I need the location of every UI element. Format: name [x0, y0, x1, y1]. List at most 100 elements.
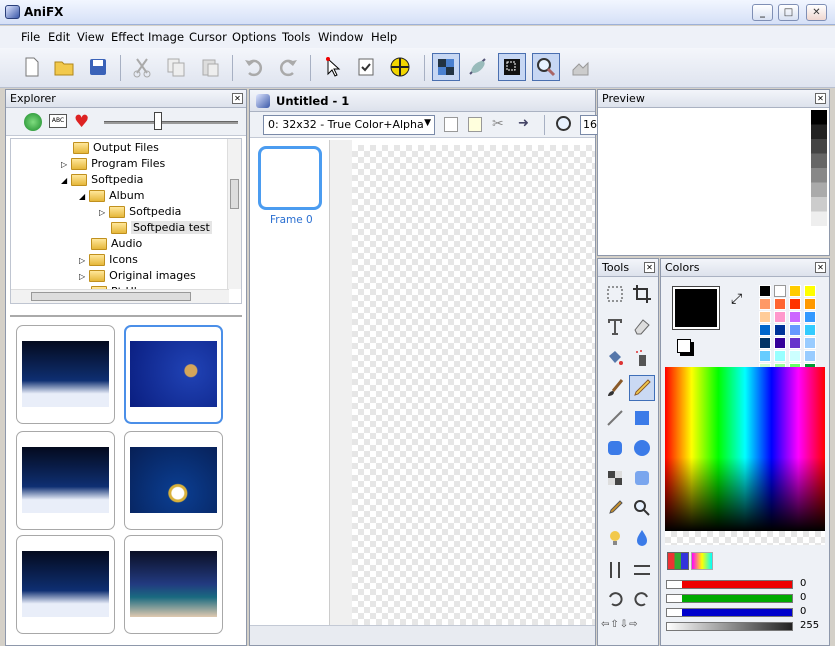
delete-frame-icon[interactable]: ✂: [492, 116, 504, 132]
save-disk-icon[interactable]: [84, 53, 112, 81]
slider-thumb[interactable]: [154, 112, 162, 130]
close-icon[interactable]: ✕: [232, 93, 243, 104]
palette-swatch[interactable]: [804, 298, 816, 310]
palette-swatch[interactable]: [759, 285, 771, 297]
palette-swatch[interactable]: [804, 337, 816, 349]
menu-window[interactable]: Window: [318, 30, 363, 44]
primary-color-swatch[interactable]: [672, 286, 720, 330]
light-bulb-icon[interactable]: [602, 525, 628, 551]
palette-swatch[interactable]: [804, 350, 816, 362]
palette-swatch[interactable]: [759, 298, 771, 310]
duplicate-frame-icon[interactable]: [468, 117, 482, 132]
cursor-arrow-icon[interactable]: [318, 53, 346, 81]
export-icon[interactable]: [566, 53, 594, 81]
hsv-mode-icon[interactable]: [691, 552, 713, 570]
thumbnail-size-slider[interactable]: [104, 121, 238, 124]
scrollbar-thumb[interactable]: [230, 179, 239, 209]
close-icon[interactable]: ✕: [815, 262, 826, 273]
gradient-icon[interactable]: [629, 465, 655, 491]
palette-swatch[interactable]: [804, 324, 816, 336]
tree-item[interactable]: ▷ Program Files: [61, 157, 165, 173]
palette-swatch[interactable]: [804, 311, 816, 323]
background-gray-scale[interactable]: [811, 110, 827, 255]
palette-swatch[interactable]: [789, 285, 801, 297]
move-arrows-icon[interactable]: ⇦⇧⇩⇨: [601, 619, 639, 630]
palette-swatch[interactable]: [789, 324, 801, 336]
tree-item[interactable]: ◢ Album: [79, 189, 144, 205]
menu-options[interactable]: Options: [232, 30, 276, 44]
frame-thumbnail[interactable]: [258, 146, 322, 210]
paste-icon[interactable]: [196, 53, 224, 81]
swap-colors-icon[interactable]: ⤢: [731, 291, 742, 307]
eyedropper-icon[interactable]: [602, 495, 628, 521]
expand-arrow-icon[interactable]: ▷: [79, 256, 85, 265]
color-spectrum[interactable]: [665, 367, 825, 531]
tree-item[interactable]: ▷ Original images: [79, 269, 196, 285]
palette-swatch[interactable]: [774, 324, 786, 336]
tree-item[interactable]: ▷ Softpedia: [99, 205, 181, 221]
menu-tools[interactable]: Tools: [282, 30, 310, 44]
format-select[interactable]: 0: 32x32 - True Color+Alpha ▼: [263, 115, 435, 135]
palette-swatch[interactable]: [789, 298, 801, 310]
palette-swatch[interactable]: [759, 324, 771, 336]
rounded-rect-icon[interactable]: [602, 435, 628, 461]
rgb-mode-icon[interactable]: [667, 552, 689, 570]
menu-cursor[interactable]: Cursor: [189, 30, 227, 44]
thumbnail-item[interactable]: [124, 431, 223, 530]
flip-vertical-icon[interactable]: [602, 557, 628, 583]
tree-item-selected[interactable]: Softpedia test: [111, 221, 212, 237]
fill-bucket-icon[interactable]: [602, 345, 628, 371]
import-frame-icon[interactable]: ➜: [518, 116, 529, 131]
expand-arrow-icon[interactable]: ▷: [61, 160, 67, 169]
ellipse-icon[interactable]: [629, 435, 655, 461]
palette-swatch[interactable]: [789, 311, 801, 323]
cut-icon[interactable]: [128, 53, 156, 81]
palette-swatch[interactable]: [774, 285, 786, 297]
zoom-out-icon[interactable]: [556, 116, 571, 131]
drawing-canvas[interactable]: [352, 145, 595, 625]
refresh-icon[interactable]: [24, 113, 42, 131]
line-icon[interactable]: [602, 405, 628, 431]
blue-slider[interactable]: [666, 608, 793, 617]
zoom-icon[interactable]: [532, 53, 560, 81]
palette-swatch[interactable]: [759, 350, 771, 362]
redo-icon[interactable]: [274, 53, 302, 81]
image-preview-icon[interactable]: [498, 53, 526, 81]
thumbnail-item[interactable]: [16, 431, 115, 530]
tree-vertical-scrollbar[interactable]: [227, 139, 241, 289]
menu-edit[interactable]: Edit: [48, 30, 70, 44]
close-icon[interactable]: ✕: [644, 262, 655, 273]
palette-swatch[interactable]: [774, 350, 786, 362]
satellite-icon[interactable]: [464, 53, 492, 81]
water-drop-icon[interactable]: [629, 525, 655, 551]
expand-arrow-icon[interactable]: ▷: [99, 208, 105, 217]
palette-swatch[interactable]: [759, 337, 771, 349]
rectangle-icon[interactable]: [629, 405, 655, 431]
thumbnail-item[interactable]: [124, 535, 223, 634]
text-tool-icon[interactable]: [602, 313, 628, 339]
favorites-heart-icon[interactable]: ♥: [74, 112, 89, 132]
open-folder-icon[interactable]: [50, 53, 78, 81]
palette-swatch[interactable]: [789, 350, 801, 362]
palette-swatch[interactable]: [774, 337, 786, 349]
pattern-icon[interactable]: [602, 465, 628, 491]
rotate-left-icon[interactable]: [602, 585, 628, 611]
palette-swatch[interactable]: [804, 285, 816, 297]
minimize-button[interactable]: _: [752, 4, 773, 21]
expand-arrow-icon[interactable]: ▷: [79, 272, 85, 281]
rotate-right-icon[interactable]: [629, 585, 655, 611]
rect-select-icon[interactable]: [602, 281, 628, 307]
spray-icon[interactable]: [629, 345, 655, 371]
crop-icon[interactable]: [629, 281, 655, 307]
add-frame-icon[interactable]: [444, 117, 458, 132]
tree-item[interactable]: ◢ Softpedia: [61, 173, 143, 189]
palette-swatch[interactable]: [774, 298, 786, 310]
tree-horizontal-scrollbar[interactable]: [11, 289, 229, 303]
palette-swatch[interactable]: [759, 311, 771, 323]
thumbnail-item[interactable]: [16, 535, 115, 634]
palette-swatch[interactable]: [789, 337, 801, 349]
hotspot-icon[interactable]: [386, 53, 414, 81]
checker-grid-icon[interactable]: [432, 53, 460, 81]
thumbnail-item-selected[interactable]: [124, 325, 223, 424]
scrollbar-thumb[interactable]: [31, 292, 191, 301]
